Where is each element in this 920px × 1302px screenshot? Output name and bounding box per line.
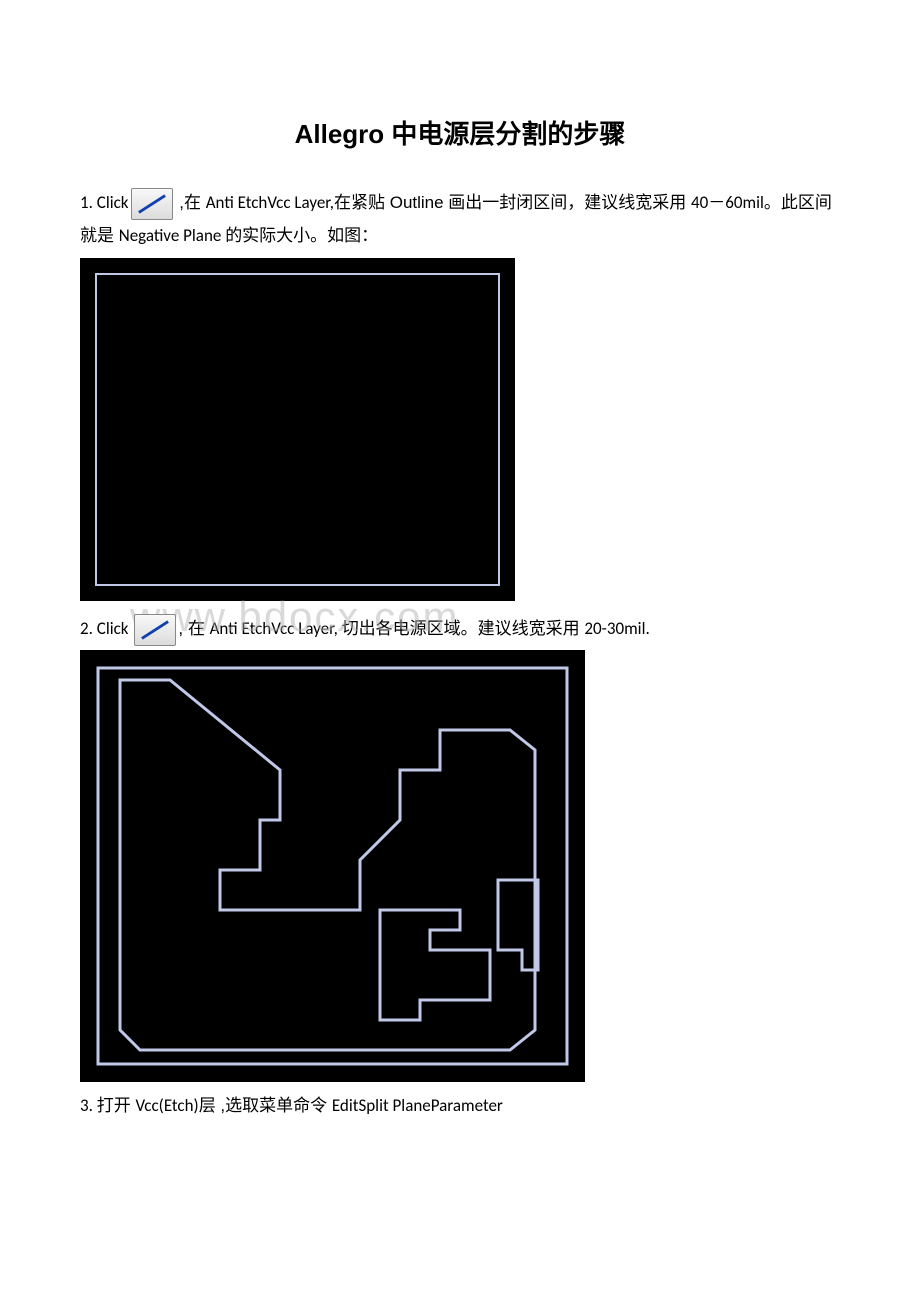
- step1-layer: Anti EtchVcc Layer,: [206, 192, 334, 213]
- step3-cmd: EditSplit PlaneParameter: [332, 1095, 503, 1116]
- figure-2-split-regions: [80, 650, 585, 1082]
- step1-prefix: 1. Click: [80, 192, 129, 213]
- step2-prefix: 2. Click: [80, 618, 132, 639]
- title-cn: 中电源层分割的步骤: [391, 119, 625, 149]
- figure-2-svg: [80, 650, 585, 1082]
- step1-width: 40－60mil: [691, 192, 764, 213]
- figure-1-rectangle: [95, 273, 500, 586]
- step2-after: , 在: [178, 619, 209, 638]
- step3-prefix: 3.: [80, 1095, 97, 1116]
- title-en: Allegro: [295, 119, 392, 149]
- step1-cn3: 的实际大小。如图：: [225, 226, 378, 245]
- line-tool-icon: [134, 614, 176, 646]
- step3-layer: Vcc(Etch): [136, 1095, 199, 1116]
- step2-layer: Anti EtchVcc Layer,: [210, 618, 342, 639]
- step-3-paragraph: 3. 打开 Vcc(Etch)层 ,选取菜单命令 EditSplit Plane…: [80, 1090, 840, 1122]
- step-1-paragraph: 1. Click ,在 Anti EtchVcc Layer,在紧贴 Outli…: [80, 187, 840, 252]
- figure-1-negative-plane-outline: [80, 258, 515, 601]
- step1-a: ,在: [175, 193, 206, 212]
- page-title: Allegro 中电源层分割的步骤: [80, 110, 840, 159]
- step-2-paragraph: www.bdocx.com 2. Click , 在 Anti EtchVcc …: [80, 613, 840, 646]
- step3-cn2: 层 ,选取菜单命令: [199, 1096, 332, 1115]
- step2-mid: 切出各电源区域。建议线宽采用: [342, 619, 585, 638]
- step2-width: 20-30mil.: [584, 618, 649, 639]
- step1-mid: 在紧贴 Outline 画出一封闭区间，建议线宽采用: [334, 193, 691, 212]
- step1-plane: Negative Plane: [119, 225, 225, 246]
- line-tool-icon: [131, 188, 173, 220]
- step3-cn1: 打开: [97, 1096, 136, 1115]
